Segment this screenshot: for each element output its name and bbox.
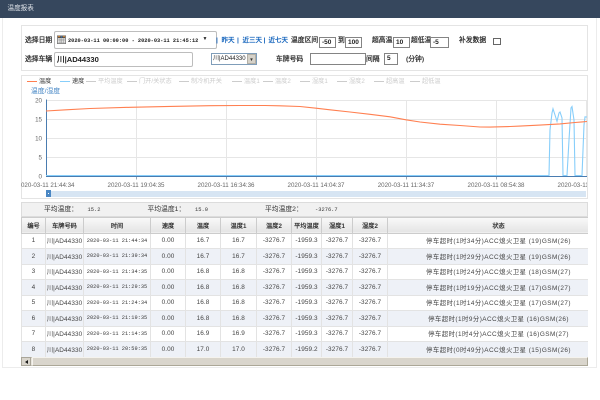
svg-text:2020-03-11 06:24:39: 2020-03-11 06:24:39 xyxy=(558,182,588,189)
svg-text:0: 0 xyxy=(39,174,43,181)
svg-text:5: 5 xyxy=(39,155,43,162)
svg-text:2020-03-11 16:34:36: 2020-03-11 16:34:36 xyxy=(198,182,256,189)
svg-text:2020-03-11 14:04:37: 2020-03-11 14:04:37 xyxy=(288,182,346,189)
svg-text:2020-03-11 11:34:37: 2020-03-11 11:34:37 xyxy=(378,182,435,189)
svg-text:15: 15 xyxy=(35,117,42,124)
svg-text:2020-03-11 19:04:35: 2020-03-11 19:04:35 xyxy=(108,182,166,189)
svg-text:2020-03-11 08:54:38: 2020-03-11 08:54:38 xyxy=(468,182,526,189)
svg-text:2020-03-11 21:44:34: 2020-03-11 21:44:34 xyxy=(21,182,75,189)
svg-text:20: 20 xyxy=(35,98,42,105)
svg-text:10: 10 xyxy=(35,136,42,143)
